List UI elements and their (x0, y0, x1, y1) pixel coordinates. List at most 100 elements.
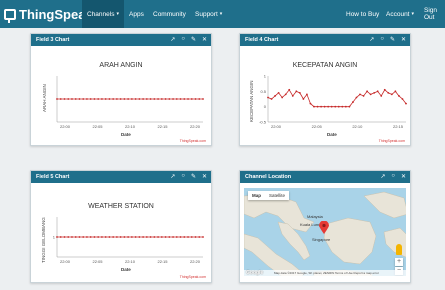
data-point (313, 105, 315, 108)
nav-how-to-buy[interactable]: How to Buy (341, 0, 384, 28)
external-link-icon[interactable]: ↗ (170, 36, 175, 43)
y-tick-label: 0 (264, 104, 267, 109)
nav-community[interactable]: Community (148, 0, 191, 28)
data-point (190, 236, 193, 238)
data-point (67, 98, 70, 100)
x-tick-label: 22:15 (157, 259, 168, 264)
x-tick-label: 22:00 (60, 259, 71, 264)
data-point (115, 236, 118, 238)
channel-location-panel: Channel Location ↗ ○ ✕ Map Satellite Mal… (239, 170, 411, 283)
close-icon[interactable]: ✕ (401, 36, 406, 43)
close-icon[interactable]: ✕ (202, 173, 207, 180)
data-point (101, 98, 103, 100)
panel-title: Field 4 Chart (245, 37, 279, 43)
data-point (78, 236, 81, 238)
close-icon[interactable]: ✕ (202, 36, 207, 43)
nav-channels[interactable]: Channels ▾ (82, 0, 124, 28)
data-point (172, 98, 174, 100)
pencil-icon[interactable]: ✎ (390, 36, 395, 43)
data-point (97, 236, 100, 238)
data-point (93, 236, 96, 238)
x-tick-label: 22:05 (92, 124, 103, 129)
data-point (187, 236, 189, 238)
data-point (82, 98, 85, 100)
zoom-in-button[interactable]: + (395, 258, 403, 266)
data-point (274, 95, 276, 97)
chart-credit[interactable]: ThingSpeak.com (180, 139, 206, 143)
google-map[interactable]: Map Satellite Malaysia Kuala Lumpur Sing… (244, 188, 406, 276)
data-point (298, 91, 301, 94)
map-type-map[interactable]: Map (248, 191, 265, 200)
nav-channels-label: Channels (87, 10, 115, 18)
data-point (295, 90, 298, 93)
data-point (134, 98, 137, 100)
data-point (380, 95, 383, 97)
data-point (86, 236, 88, 238)
pencil-icon[interactable]: ✎ (191, 173, 196, 180)
comment-icon[interactable]: ○ (181, 173, 185, 180)
field5-chart-panel: Field 5 Chart ↗ ○ ✎ ✕ WEATHER STATION TI… (30, 170, 212, 283)
nav-how-to-buy-label: How to Buy (346, 10, 380, 18)
data-point (288, 88, 291, 91)
data-point (183, 98, 186, 100)
data-point (153, 98, 156, 100)
data-point (74, 236, 77, 238)
data-point (405, 102, 407, 105)
data-point (160, 236, 163, 238)
data-point (142, 98, 145, 100)
nav-account[interactable]: Account ▾ (381, 0, 419, 28)
series-line (267, 89, 407, 108)
data-point (78, 98, 81, 100)
external-link-icon[interactable]: ↗ (170, 173, 175, 180)
data-point (376, 90, 379, 93)
panel-header: Channel Location ↗ ○ ✕ (240, 171, 410, 183)
data-point (74, 98, 77, 100)
data-point (164, 98, 167, 100)
data-point (398, 95, 400, 97)
data-point (309, 102, 312, 105)
data-point (270, 98, 273, 100)
external-link-icon[interactable]: ↗ (380, 173, 385, 180)
y-tick-label: 1 (264, 74, 267, 79)
data-point (323, 105, 326, 108)
close-icon[interactable]: ✕ (401, 173, 406, 180)
data-point (153, 236, 156, 238)
comment-icon[interactable]: ○ (181, 36, 185, 43)
external-link-icon[interactable]: ↗ (369, 36, 374, 43)
data-point (157, 98, 159, 100)
data-point (198, 236, 201, 238)
data-point (352, 101, 354, 103)
y-tick-label: 0.5 (260, 89, 266, 94)
comment-icon[interactable]: ○ (380, 36, 384, 43)
data-point (56, 236, 58, 238)
comment-icon[interactable]: ○ (391, 173, 395, 180)
street-view-pegman-icon[interactable] (396, 244, 402, 255)
data-point (202, 98, 204, 100)
data-point (383, 88, 386, 91)
nav-sign-out[interactable]: Sign Out (419, 0, 445, 28)
data-point (373, 91, 376, 94)
data-point (123, 236, 126, 238)
data-point (168, 236, 171, 238)
nav-sign-out-label: Sign Out (424, 7, 438, 21)
location-pin-icon[interactable] (319, 221, 329, 234)
x-tick-label: 22:10 (352, 124, 363, 129)
pencil-icon[interactable]: ✎ (191, 36, 196, 43)
chart-credit[interactable]: ThingSpeak.com (180, 275, 206, 279)
nav-apps[interactable]: Apps (124, 0, 149, 28)
data-point (164, 236, 167, 238)
data-point (341, 105, 344, 108)
data-point (202, 236, 204, 238)
x-tick-label: 22:10 (125, 124, 136, 129)
map-type-satellite[interactable]: Satellite (265, 191, 289, 200)
data-point (93, 98, 96, 100)
nav-support[interactable]: Support ▾ (190, 0, 227, 28)
x-tick-label: 22:00 (271, 124, 282, 129)
data-point (190, 98, 193, 100)
x-tick-label: 22:10 (125, 259, 136, 264)
map-attribution[interactable]: Map data ©2017 Google, SK planet, ZENRIN… (244, 270, 406, 276)
data-point (291, 95, 294, 97)
chart-credit[interactable]: ThingSpeak.com (379, 139, 405, 143)
chart-x-axis-label: Date (121, 267, 131, 272)
data-point (56, 98, 58, 100)
